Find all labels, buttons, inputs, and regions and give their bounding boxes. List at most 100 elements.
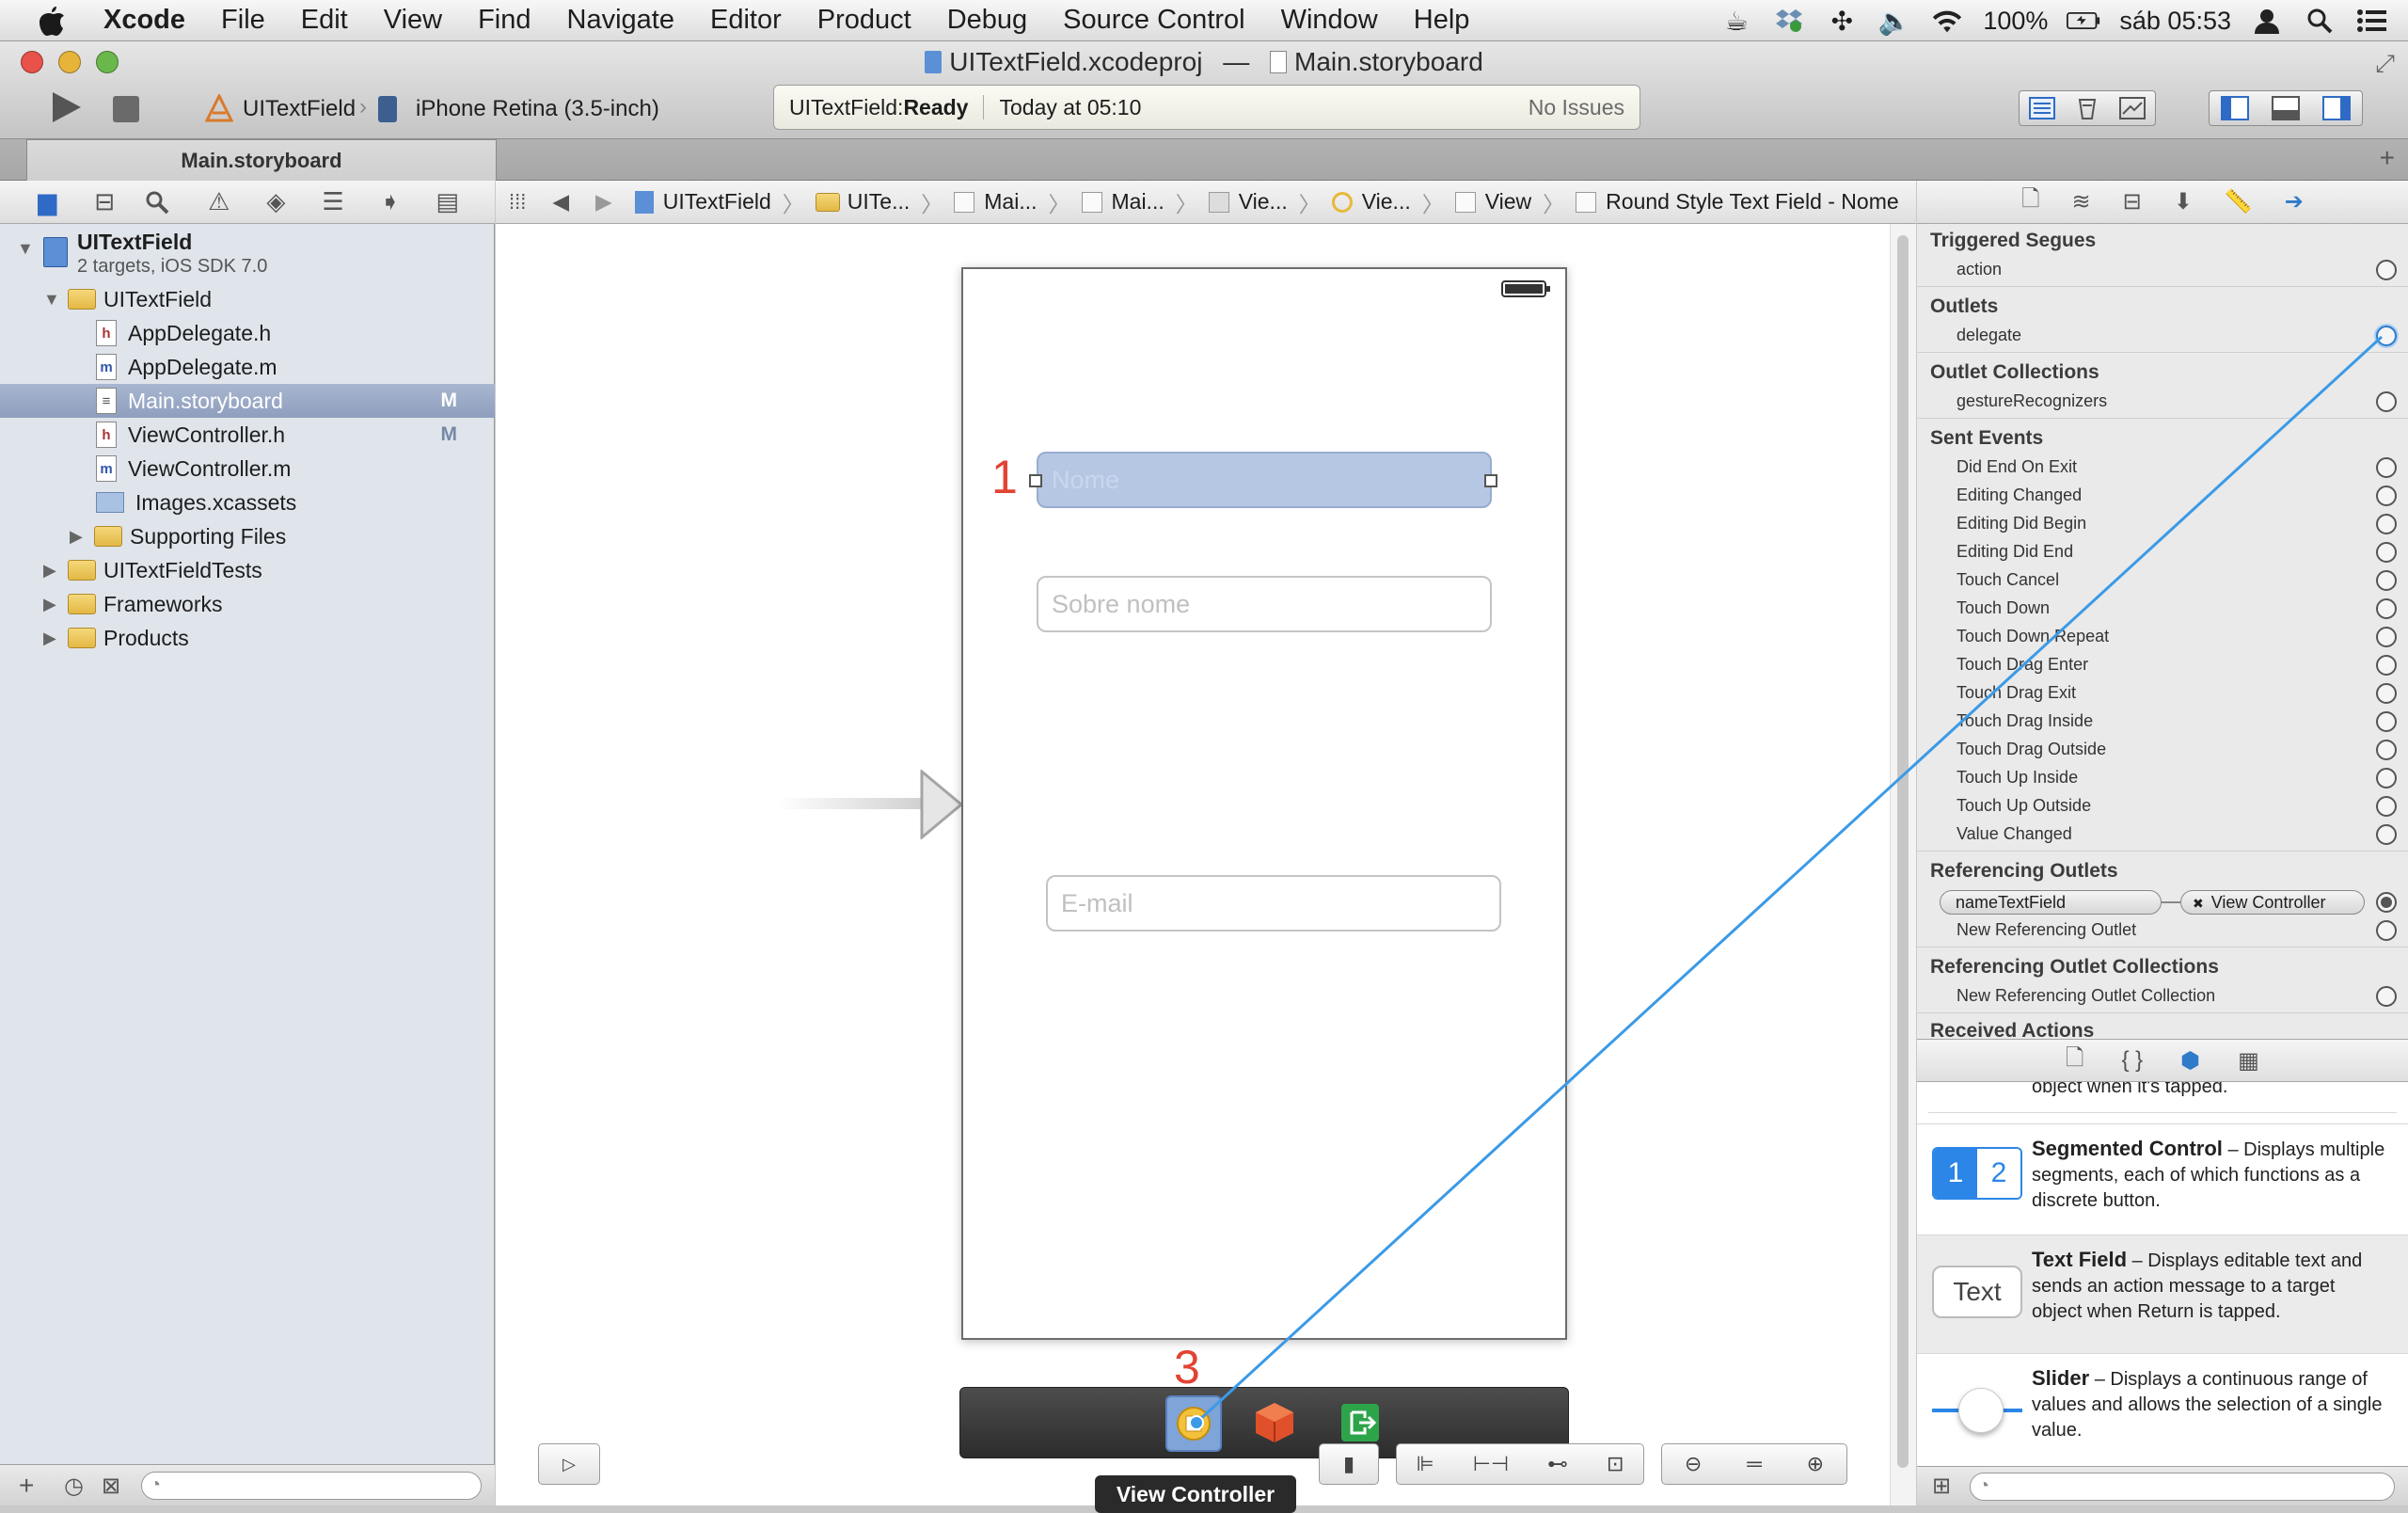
file-row[interactable]: m AppDelegate.m (0, 350, 495, 384)
menu-debug[interactable]: Debug (929, 5, 1045, 36)
identity-inspector-icon[interactable]: ⊟ (2123, 188, 2142, 215)
group-row-products[interactable]: ▶ Products (0, 621, 495, 655)
user-icon[interactable] (2250, 6, 2284, 36)
email-text-field[interactable]: E-mail (1046, 875, 1501, 932)
menu-app-name[interactable]: Xcode (103, 5, 203, 36)
connection-well[interactable] (2376, 570, 2397, 591)
project-row[interactable]: ▼ UITextField 2 targets, iOS SDK 7.0 (0, 230, 495, 280)
dropbox-icon[interactable] (1772, 6, 1806, 36)
group-row-supporting-files[interactable]: ▶ Supporting Files (0, 519, 495, 553)
connection-well[interactable] (2376, 627, 2397, 647)
connection-well[interactable] (2376, 796, 2397, 817)
file-row-selected[interactable]: ≡ Main.storyboard M (0, 384, 495, 418)
add-tab-icon[interactable]: + (2380, 143, 2395, 173)
connection-well[interactable] (2376, 824, 2397, 845)
log-navigator-icon[interactable]: ▤ (431, 187, 465, 216)
attributes-inspector-icon[interactable]: ⬇ (2174, 188, 2193, 215)
issue-navigator-icon[interactable]: ⚠ (202, 187, 236, 216)
file-row[interactable]: h ViewController.h M (0, 418, 495, 452)
exit-icon[interactable] (1340, 1403, 1380, 1442)
group-row-tests[interactable]: ▶ UITextFieldTests (0, 553, 495, 587)
jump-item-current[interactable]: Round Style Text Field - Nome (1566, 189, 1909, 215)
toggle-navigator-icon[interactable] (2210, 91, 2260, 125)
forward-icon[interactable]: ▶ (582, 189, 626, 215)
notification-center-icon[interactable] (2355, 6, 2389, 36)
jump-item[interactable]: UITextField (626, 189, 781, 215)
scrollbar-thumb[interactable] (1897, 235, 1909, 1468)
connection-well[interactable] (2376, 514, 2397, 534)
referencing-outlet-connection[interactable]: nameTextField ✖ View Controller (1940, 890, 2365, 915)
wifi-icon[interactable] (1930, 6, 1964, 36)
library-item-text-field[interactable]: Text Text Field – Displays editable text… (1917, 1234, 2408, 1353)
remove-connection-icon[interactable]: ✖ (2193, 896, 2204, 911)
menu-navigate[interactable]: Navigate (549, 5, 692, 36)
disclosure-closed-icon[interactable]: ▶ (43, 629, 56, 648)
add-file-icon[interactable]: + (19, 1471, 34, 1501)
back-icon[interactable]: ◀ (539, 189, 582, 215)
code-snippet-library-icon[interactable]: { } (2121, 1047, 2143, 1074)
file-row[interactable]: m ViewController.m (0, 452, 495, 486)
disclosure-closed-icon[interactable]: ▶ (70, 527, 83, 547)
source-control-filter-icon[interactable]: ⊠ (102, 1473, 120, 1500)
coffee-cup-icon[interactable]: ☕ (1719, 6, 1753, 36)
zoom-out-icon[interactable]: ⊖ (1685, 1452, 1702, 1476)
test-navigator-icon[interactable]: ◈ (259, 187, 293, 216)
connection-well[interactable] (2376, 768, 2397, 788)
disclosure-closed-icon[interactable]: ▶ (43, 561, 56, 581)
pin-icon[interactable]: ⊢⊣ (1473, 1452, 1509, 1476)
name-text-field[interactable]: Nome (1037, 452, 1492, 508)
tab-main-storyboard[interactable]: Main.storyboard (26, 139, 497, 181)
menu-clock[interactable]: sáb 05:53 (2119, 7, 2231, 36)
menu-file[interactable]: File (203, 5, 283, 36)
run-button[interactable] (47, 88, 85, 126)
grid-view-icon[interactable]: ⊞ (1932, 1473, 1951, 1500)
connection-well[interactable] (2376, 711, 2397, 732)
battery-icon[interactable] (2067, 6, 2100, 36)
status-issues[interactable]: No Issues (1529, 95, 1624, 120)
group-row-frameworks[interactable]: ▶ Frameworks (0, 587, 495, 621)
connection-well[interactable] (2376, 655, 2397, 676)
disclosure-open-icon[interactable]: ▼ (17, 239, 34, 259)
jump-item[interactable]: Vie... (1323, 189, 1420, 215)
surname-text-field[interactable]: Sobre nome (1037, 576, 1492, 632)
file-row[interactable]: h AppDelegate.h (0, 316, 495, 350)
resizing-icon[interactable]: ⊡ (1607, 1452, 1624, 1476)
size-inspector-icon[interactable]: 📏 (2225, 188, 2253, 215)
device-selector[interactable]: iPhone Retina (3.5-inch) (416, 96, 659, 122)
volume-icon[interactable]: 🔈 (1877, 6, 1911, 36)
zoom-in-icon[interactable]: ⊕ (1807, 1452, 1824, 1476)
resize-handle-left[interactable] (1029, 474, 1042, 487)
related-items-icon[interactable]: ⁞⁞⁞ (496, 190, 539, 215)
stop-button[interactable] (113, 96, 139, 122)
menu-editor[interactable]: Editor (692, 5, 800, 36)
jump-item[interactable]: UITe... (806, 189, 919, 215)
object-library-icon[interactable]: ⬢ (2180, 1047, 2200, 1075)
disclosure-open-icon[interactable]: ▼ (43, 290, 60, 310)
assistant-editor-icon[interactable] (2065, 91, 2110, 125)
disclosure-closed-icon[interactable]: ▶ (43, 595, 56, 614)
project-navigator-icon[interactable]: ▆ (30, 187, 64, 216)
connection-well[interactable] (2376, 986, 2397, 1007)
connections-inspector-icon[interactable]: ➔ (2285, 188, 2304, 215)
find-navigator-icon[interactable] (145, 190, 179, 215)
toggle-document-outline-button[interactable]: ▷ (538, 1443, 600, 1485)
scheme-selector[interactable]: UITextField (243, 96, 356, 122)
jump-item[interactable]: Vie... (1199, 189, 1297, 215)
menu-source-control[interactable]: Source Control (1045, 5, 1262, 36)
menu-view[interactable]: View (366, 5, 460, 36)
standard-editor-icon[interactable] (2020, 91, 2065, 125)
menu-find[interactable]: Find (460, 5, 548, 36)
file-template-library-icon[interactable]: 🗋 (2066, 1042, 2083, 1080)
file-inspector-icon[interactable]: 🗋 (2021, 183, 2039, 221)
menu-edit[interactable]: Edit (283, 5, 366, 36)
debug-navigator-icon[interactable]: ☰ (316, 187, 350, 216)
simulated-metrics-button[interactable]: ▮ (1319, 1443, 1379, 1485)
zoom-fit-icon[interactable]: ═ (1747, 1452, 1762, 1476)
connection-well[interactable] (2376, 391, 2397, 412)
first-responder-icon[interactable] (1254, 1401, 1295, 1444)
jump-item[interactable]: Mai... (1072, 189, 1174, 215)
spotlight-search-icon[interactable] (2303, 6, 2337, 36)
view-controller-dock-icon[interactable] (1165, 1395, 1222, 1452)
jump-item[interactable]: View (1446, 189, 1541, 215)
recent-files-icon[interactable]: ◷ (64, 1473, 84, 1500)
